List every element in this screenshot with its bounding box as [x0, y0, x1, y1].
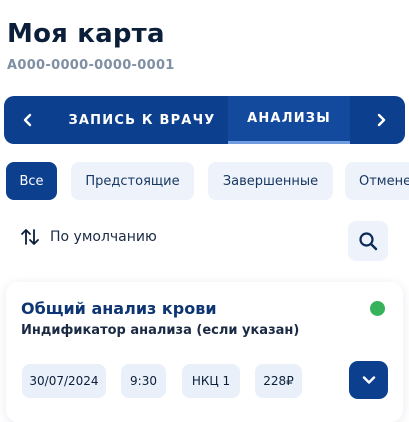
filter-completed[interactable]: Завершенные [208, 162, 333, 200]
tabs-prev-button[interactable] [4, 96, 52, 144]
filter-all[interactable]: Все [6, 162, 57, 200]
sort-label: По умолчанию [50, 229, 157, 245]
filter-cancelled[interactable]: Отмене [345, 162, 409, 200]
date-chip: 30/07/2024 [22, 364, 106, 398]
sort-icon [21, 229, 39, 245]
tabs-next-button[interactable] [357, 96, 405, 144]
tab-doctor-appointment[interactable]: ЗАПИСЬ К ВРАЧУ [56, 96, 228, 144]
analysis-title: Общий анализ крови [21, 299, 217, 318]
chevron-right-icon [377, 113, 386, 127]
analysis-card[interactable]: Общий анализ крови Индификатор анализа (… [6, 282, 403, 422]
section-tabs: ЗАПИСЬ К ВРАЧУ АНАЛИЗЫ [4, 96, 405, 144]
chevron-left-icon [23, 113, 32, 127]
time-chip: 9:30 [121, 364, 166, 398]
page-title: Моя карта [7, 19, 165, 49]
location-chip: НКЦ 1 [182, 364, 240, 398]
analysis-identifier: Индификатор анализа (если указан) [21, 323, 300, 338]
expand-button[interactable] [349, 361, 388, 399]
search-button[interactable] [348, 221, 388, 261]
sort-control[interactable]: По умолчанию [20, 228, 157, 246]
card-number: A000-0000-0000-0001 [7, 58, 175, 73]
filter-upcoming[interactable]: Предстоящие [71, 162, 194, 200]
price-chip: 228₽ [255, 364, 302, 398]
status-indicator [370, 301, 385, 316]
chevron-down-icon [362, 376, 375, 384]
search-icon [359, 232, 378, 251]
tab-analyses[interactable]: АНАЛИЗЫ [228, 96, 350, 144]
